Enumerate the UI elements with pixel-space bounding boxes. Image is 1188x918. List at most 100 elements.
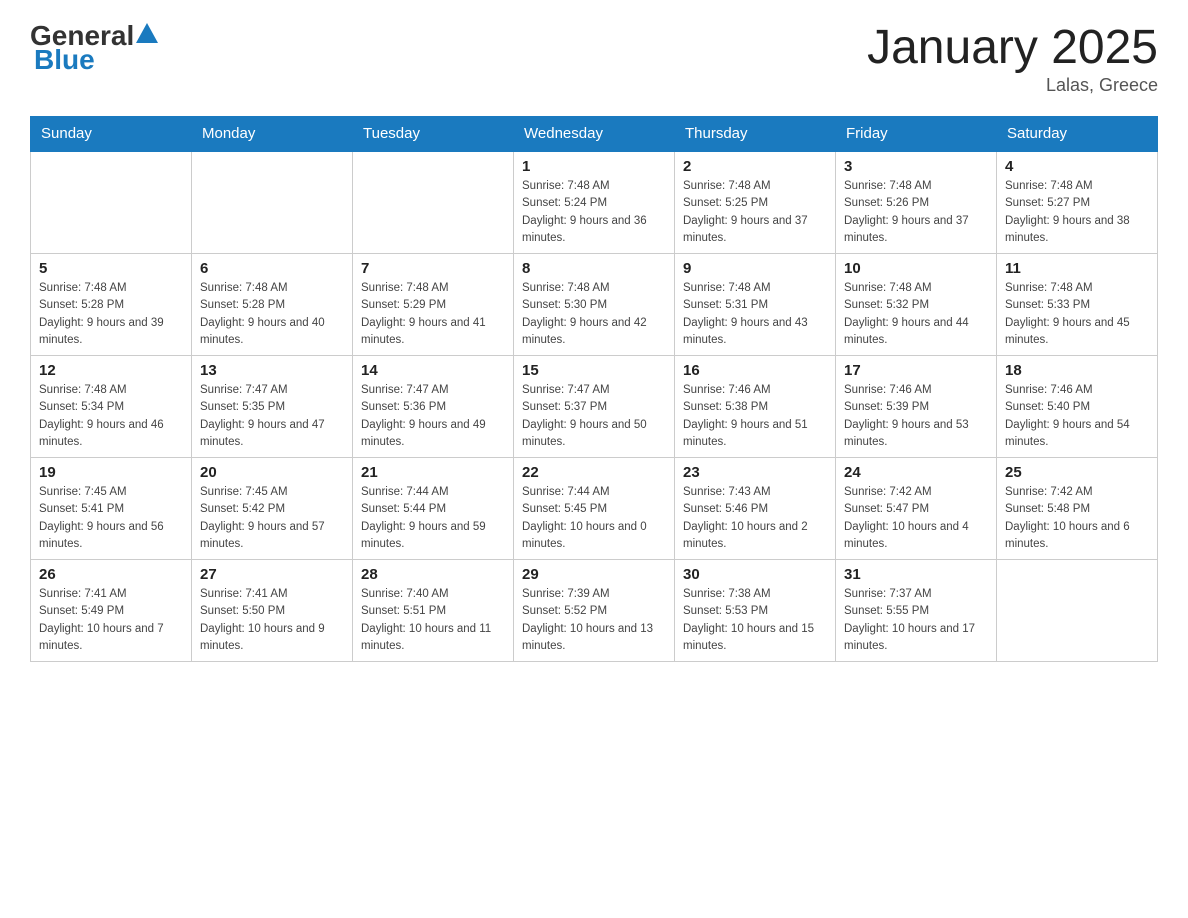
day-number: 12 bbox=[39, 362, 183, 379]
calendar-cell: 9 Sunrise: 7:48 AM Sunset: 5:31 PM Daylig… bbox=[675, 254, 836, 356]
day-info: Sunrise: 7:48 AM Sunset: 5:27 PM Dayligh… bbox=[1005, 178, 1149, 247]
day-info: Sunrise: 7:48 AM Sunset: 5:34 PM Dayligh… bbox=[39, 382, 183, 451]
calendar-cell: 20 Sunrise: 7:45 AM Sunset: 5:42 PM Dayli… bbox=[192, 458, 353, 560]
day-info: Sunrise: 7:39 AM Sunset: 5:52 PM Dayligh… bbox=[522, 586, 666, 655]
day-info: Sunrise: 7:40 AM Sunset: 5:51 PM Dayligh… bbox=[361, 586, 505, 655]
weekday-header-friday: Friday bbox=[836, 117, 997, 152]
day-number: 8 bbox=[522, 260, 666, 277]
day-info: Sunrise: 7:42 AM Sunset: 5:47 PM Dayligh… bbox=[844, 484, 988, 553]
day-number: 26 bbox=[39, 566, 183, 583]
location-label: Lalas, Greece bbox=[867, 75, 1158, 96]
day-info: Sunrise: 7:44 AM Sunset: 5:44 PM Dayligh… bbox=[361, 484, 505, 553]
day-info: Sunrise: 7:48 AM Sunset: 5:29 PM Dayligh… bbox=[361, 280, 505, 349]
calendar-cell: 7 Sunrise: 7:48 AM Sunset: 5:29 PM Daylig… bbox=[353, 254, 514, 356]
day-info: Sunrise: 7:46 AM Sunset: 5:39 PM Dayligh… bbox=[844, 382, 988, 451]
day-number: 22 bbox=[522, 464, 666, 481]
day-number: 30 bbox=[683, 566, 827, 583]
day-info: Sunrise: 7:41 AM Sunset: 5:50 PM Dayligh… bbox=[200, 586, 344, 655]
calendar-cell: 12 Sunrise: 7:48 AM Sunset: 5:34 PM Dayli… bbox=[31, 356, 192, 458]
calendar-week-1: 1 Sunrise: 7:48 AM Sunset: 5:24 PM Daylig… bbox=[31, 151, 1158, 254]
calendar-cell: 18 Sunrise: 7:46 AM Sunset: 5:40 PM Dayli… bbox=[997, 356, 1158, 458]
day-number: 6 bbox=[200, 260, 344, 277]
day-info: Sunrise: 7:37 AM Sunset: 5:55 PM Dayligh… bbox=[844, 586, 988, 655]
day-number: 14 bbox=[361, 362, 505, 379]
day-info: Sunrise: 7:47 AM Sunset: 5:35 PM Dayligh… bbox=[200, 382, 344, 451]
day-number: 17 bbox=[844, 362, 988, 379]
calendar-week-4: 19Sunrise: 7:45 AM Sunset: 5:41 PM Dayli… bbox=[31, 458, 1158, 560]
calendar-cell: 4Sunrise: 7:48 AM Sunset: 5:27 PM Daylig… bbox=[997, 151, 1158, 254]
calendar-cell: 14 Sunrise: 7:47 AM Sunset: 5:36 PM Dayli… bbox=[353, 356, 514, 458]
calendar-cell: 26 Sunrise: 7:41 AM Sunset: 5:49 PM Dayli… bbox=[31, 560, 192, 662]
day-info: Sunrise: 7:46 AM Sunset: 5:40 PM Dayligh… bbox=[1005, 382, 1149, 451]
calendar-cell: 30 Sunrise: 7:38 AM Sunset: 5:53 PM Dayli… bbox=[675, 560, 836, 662]
calendar-cell: 22 Sunrise: 7:44 AM Sunset: 5:45 PM Dayli… bbox=[514, 458, 675, 560]
day-number: 29 bbox=[522, 566, 666, 583]
day-number: 31 bbox=[844, 566, 988, 583]
day-info: Sunrise: 7:44 AM Sunset: 5:45 PM Dayligh… bbox=[522, 484, 666, 553]
calendar-cell: 6Sunrise: 7:48 AM Sunset: 5:28 PM Daylig… bbox=[192, 254, 353, 356]
logo-blue-text: Blue bbox=[34, 44, 95, 76]
calendar-cell: 17 Sunrise: 7:46 AM Sunset: 5:39 PM Dayli… bbox=[836, 356, 997, 458]
day-number: 13 bbox=[200, 362, 344, 379]
day-info: Sunrise: 7:41 AM Sunset: 5:49 PM Dayligh… bbox=[39, 586, 183, 655]
calendar-cell: 5Sunrise: 7:48 AM Sunset: 5:28 PM Daylig… bbox=[31, 254, 192, 356]
page-header: General Blue January 2025 Lalas, Greece bbox=[30, 20, 1158, 96]
day-number: 9 bbox=[683, 260, 827, 277]
day-number: 20 bbox=[200, 464, 344, 481]
calendar-cell: 27 Sunrise: 7:41 AM Sunset: 5:50 PM Dayli… bbox=[192, 560, 353, 662]
day-number: 3 bbox=[844, 158, 988, 175]
weekday-header-tuesday: Tuesday bbox=[353, 117, 514, 152]
calendar-cell bbox=[192, 151, 353, 254]
calendar-table: SundayMondayTuesdayWednesdayThursdayFrid… bbox=[30, 116, 1158, 662]
calendar-cell: 24 Sunrise: 7:42 AM Sunset: 5:47 PM Dayli… bbox=[836, 458, 997, 560]
calendar-cell: 2 Sunrise: 7:48 AM Sunset: 5:25 PM Daylig… bbox=[675, 151, 836, 254]
day-number: 27 bbox=[200, 566, 344, 583]
day-number: 21 bbox=[361, 464, 505, 481]
weekday-header-sunday: Sunday bbox=[31, 117, 192, 152]
calendar-cell: 10 Sunrise: 7:48 AM Sunset: 5:32 PM Dayli… bbox=[836, 254, 997, 356]
calendar-cell: 11 Sunrise: 7:48 AM Sunset: 5:33 PM Dayli… bbox=[997, 254, 1158, 356]
day-number: 2 bbox=[683, 158, 827, 175]
weekday-header-saturday: Saturday bbox=[997, 117, 1158, 152]
calendar-cell: 16Sunrise: 7:46 AM Sunset: 5:38 PM Dayli… bbox=[675, 356, 836, 458]
day-info: Sunrise: 7:47 AM Sunset: 5:36 PM Dayligh… bbox=[361, 382, 505, 451]
calendar-cell: 23Sunrise: 7:43 AM Sunset: 5:46 PM Dayli… bbox=[675, 458, 836, 560]
calendar-week-3: 12 Sunrise: 7:48 AM Sunset: 5:34 PM Dayli… bbox=[31, 356, 1158, 458]
day-info: Sunrise: 7:48 AM Sunset: 5:28 PM Dayligh… bbox=[39, 280, 183, 349]
day-number: 18 bbox=[1005, 362, 1149, 379]
day-number: 1 bbox=[522, 158, 666, 175]
day-number: 24 bbox=[844, 464, 988, 481]
day-info: Sunrise: 7:42 AM Sunset: 5:48 PM Dayligh… bbox=[1005, 484, 1149, 553]
day-number: 7 bbox=[361, 260, 505, 277]
day-info: Sunrise: 7:48 AM Sunset: 5:32 PM Dayligh… bbox=[844, 280, 988, 349]
calendar-cell: 15Sunrise: 7:47 AM Sunset: 5:37 PM Dayli… bbox=[514, 356, 675, 458]
calendar-cell bbox=[353, 151, 514, 254]
day-info: Sunrise: 7:38 AM Sunset: 5:53 PM Dayligh… bbox=[683, 586, 827, 655]
day-info: Sunrise: 7:48 AM Sunset: 5:31 PM Dayligh… bbox=[683, 280, 827, 349]
day-info: Sunrise: 7:48 AM Sunset: 5:24 PM Dayligh… bbox=[522, 178, 666, 247]
day-info: Sunrise: 7:48 AM Sunset: 5:26 PM Dayligh… bbox=[844, 178, 988, 247]
day-info: Sunrise: 7:47 AM Sunset: 5:37 PM Dayligh… bbox=[522, 382, 666, 451]
day-info: Sunrise: 7:48 AM Sunset: 5:30 PM Dayligh… bbox=[522, 280, 666, 349]
calendar-cell: 31 Sunrise: 7:37 AM Sunset: 5:55 PM Dayli… bbox=[836, 560, 997, 662]
day-number: 11 bbox=[1005, 260, 1149, 277]
calendar-week-5: 26 Sunrise: 7:41 AM Sunset: 5:49 PM Dayli… bbox=[31, 560, 1158, 662]
calendar-cell bbox=[997, 560, 1158, 662]
calendar-cell: 8 Sunrise: 7:48 AM Sunset: 5:30 PM Daylig… bbox=[514, 254, 675, 356]
weekday-header-wednesday: Wednesday bbox=[514, 117, 675, 152]
logo: General Blue bbox=[30, 20, 158, 76]
calendar-week-2: 5Sunrise: 7:48 AM Sunset: 5:28 PM Daylig… bbox=[31, 254, 1158, 356]
day-info: Sunrise: 7:45 AM Sunset: 5:42 PM Dayligh… bbox=[200, 484, 344, 553]
calendar-cell: 25 Sunrise: 7:42 AM Sunset: 5:48 PM Dayli… bbox=[997, 458, 1158, 560]
day-number: 23 bbox=[683, 464, 827, 481]
calendar-cell: 29 Sunrise: 7:39 AM Sunset: 5:52 PM Dayli… bbox=[514, 560, 675, 662]
day-number: 10 bbox=[844, 260, 988, 277]
calendar-cell: 28 Sunrise: 7:40 AM Sunset: 5:51 PM Dayli… bbox=[353, 560, 514, 662]
day-info: Sunrise: 7:48 AM Sunset: 5:33 PM Dayligh… bbox=[1005, 280, 1149, 349]
weekday-header-monday: Monday bbox=[192, 117, 353, 152]
calendar-cell: 3 Sunrise: 7:48 AM Sunset: 5:26 PM Daylig… bbox=[836, 151, 997, 254]
day-info: Sunrise: 7:48 AM Sunset: 5:25 PM Dayligh… bbox=[683, 178, 827, 247]
month-title: January 2025 bbox=[867, 20, 1158, 75]
day-number: 25 bbox=[1005, 464, 1149, 481]
day-number: 28 bbox=[361, 566, 505, 583]
